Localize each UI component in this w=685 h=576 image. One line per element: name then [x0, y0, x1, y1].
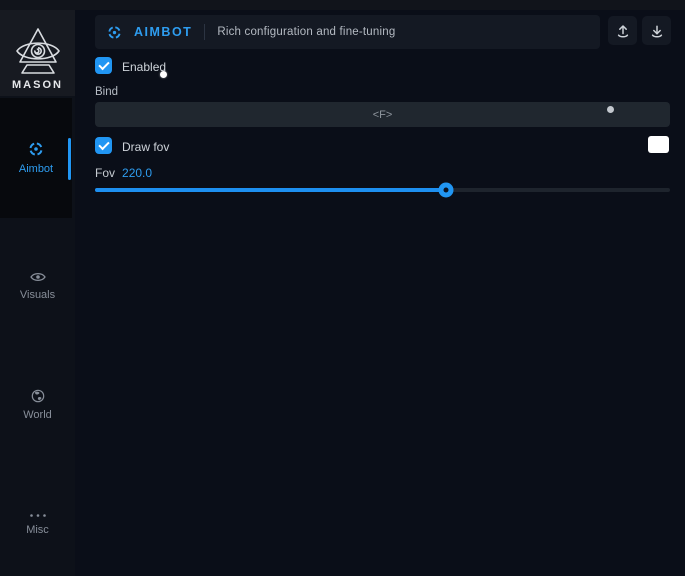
upload-config-button[interactable] — [608, 16, 637, 45]
mason-app-window: MASON Aimbot Visuals World — [0, 0, 685, 576]
page-title: AIMBOT — [134, 25, 192, 39]
crosshair-icon — [107, 25, 122, 40]
cursor-dot — [607, 106, 614, 113]
sidebar-item-label: Aimbot — [19, 163, 53, 175]
sidebar-item-aimbot[interactable]: Aimbot — [0, 98, 72, 218]
sidebar-item-misc[interactable]: Misc — [0, 494, 75, 554]
sidebar-item-visuals[interactable]: Visuals — [0, 256, 75, 316]
aimbot-panel: AIMBOT Rich configuration and fine-tunin… — [75, 10, 685, 576]
crosshair-icon — [28, 141, 44, 157]
sidebar-item-label: World — [23, 409, 52, 421]
fov-value: 220.0 — [122, 166, 152, 180]
bind-key-value: <F> — [373, 109, 393, 121]
draw-fov-checkbox[interactable] — [95, 137, 112, 154]
fov-slider[interactable] — [95, 188, 670, 192]
brand-name: MASON — [12, 79, 63, 91]
mason-pyramid-eye-icon — [15, 27, 61, 77]
header-divider — [204, 24, 205, 40]
active-tab-indicator — [68, 138, 71, 180]
sidebar-item-world[interactable]: World — [0, 375, 75, 435]
download-icon — [650, 24, 664, 38]
eye-icon — [30, 271, 46, 283]
globe-icon — [31, 389, 45, 403]
fov-slider-thumb[interactable] — [439, 183, 454, 198]
fov-readout: Fov 220.0 — [95, 166, 152, 180]
upload-icon — [616, 24, 630, 38]
sidebar-item-label: Misc — [26, 524, 49, 536]
fov-slider-thumb-center — [444, 188, 449, 193]
sidebar: MASON Aimbot Visuals World — [0, 10, 75, 576]
fov-color-swatch[interactable] — [648, 136, 669, 153]
fov-slider-fill — [95, 188, 446, 192]
fov-label: Fov — [95, 166, 115, 180]
enabled-checkbox[interactable] — [95, 57, 112, 74]
cursor-dot — [160, 71, 167, 78]
ellipsis-icon — [29, 513, 47, 518]
window-top-strip — [0, 0, 685, 10]
brand-logo-block: MASON — [0, 10, 75, 96]
sidebar-item-label: Visuals — [20, 289, 55, 301]
draw-fov-label: Draw fov — [122, 140, 169, 154]
panel-header: AIMBOT Rich configuration and fine-tunin… — [95, 15, 600, 49]
page-subtitle: Rich configuration and fine-tuning — [217, 26, 395, 38]
download-config-button[interactable] — [642, 16, 671, 45]
bind-label: Bind — [95, 86, 118, 98]
bind-key-input[interactable]: <F> — [95, 102, 670, 127]
